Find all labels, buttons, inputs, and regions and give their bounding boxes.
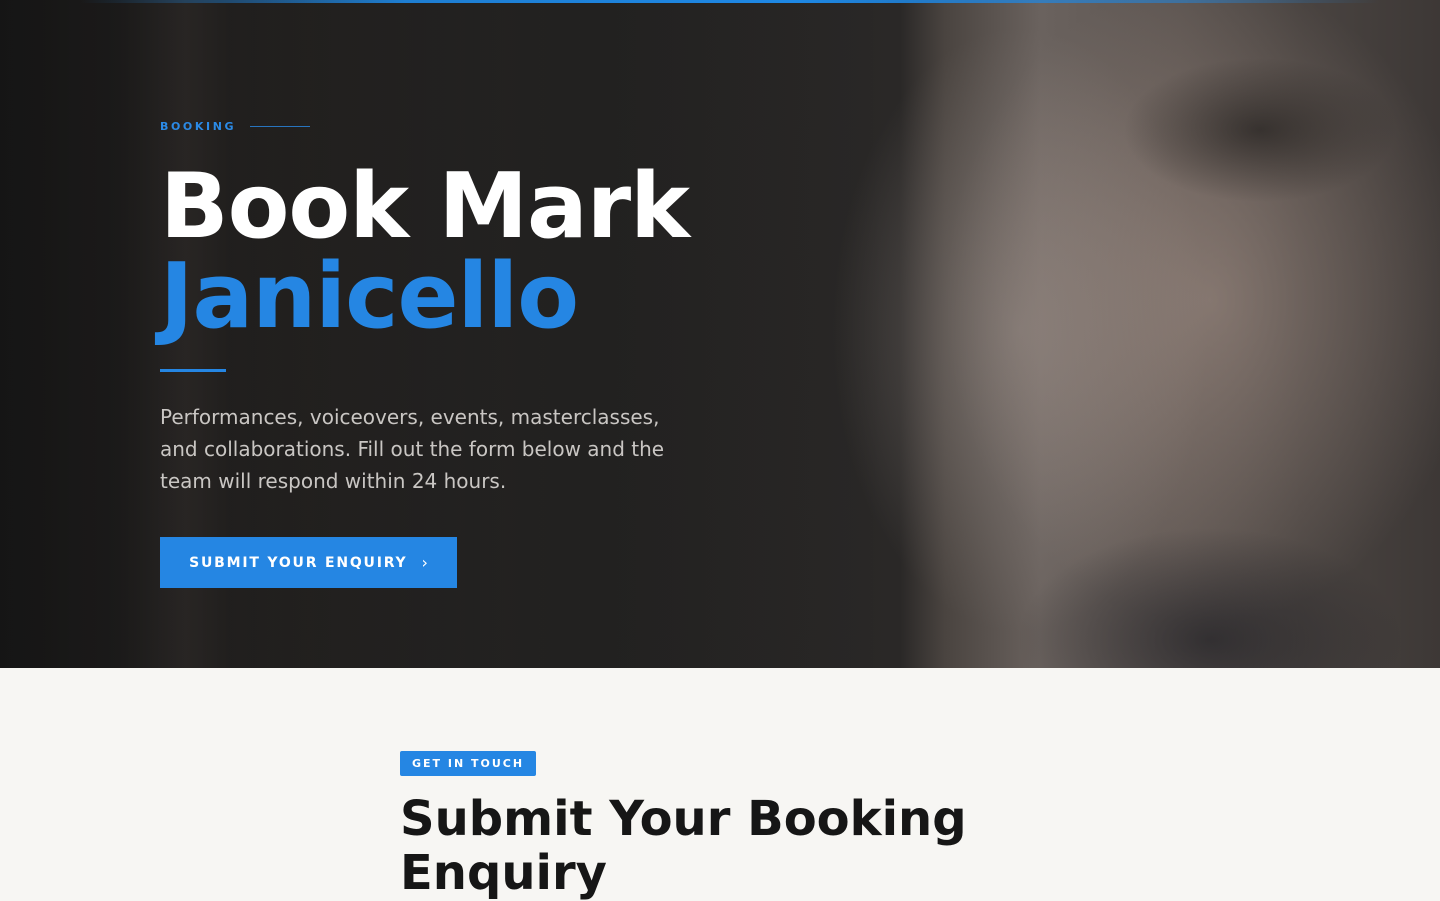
- top-accent-line: [80, 0, 1380, 3]
- title-underline: [160, 369, 226, 372]
- get-in-touch-badge: GET IN TOUCH: [400, 751, 537, 776]
- submit-enquiry-label: SUBMIT YOUR ENQUIRY: [189, 554, 408, 571]
- hero-title-line-2: Janicello: [160, 244, 579, 349]
- enquiry-section: GET IN TOUCH Submit Your Booking Enquiry: [0, 668, 1440, 900]
- hero-section: BOOKING Book Mark Janicello Performances…: [0, 0, 1440, 668]
- section-title: Submit Your Booking Enquiry: [400, 791, 967, 901]
- hero-eyebrow: BOOKING: [160, 120, 311, 133]
- hero-title-line-1: Book Mark: [160, 154, 690, 259]
- submit-enquiry-button[interactable]: SUBMIT YOUR ENQUIRY ›: [160, 537, 457, 588]
- chevron-right-icon: ›: [421, 552, 428, 572]
- hero-description: Performances, voiceovers, events, master…: [160, 405, 665, 493]
- eyebrow-divider: [250, 126, 311, 127]
- eyebrow-label: BOOKING: [160, 120, 237, 133]
